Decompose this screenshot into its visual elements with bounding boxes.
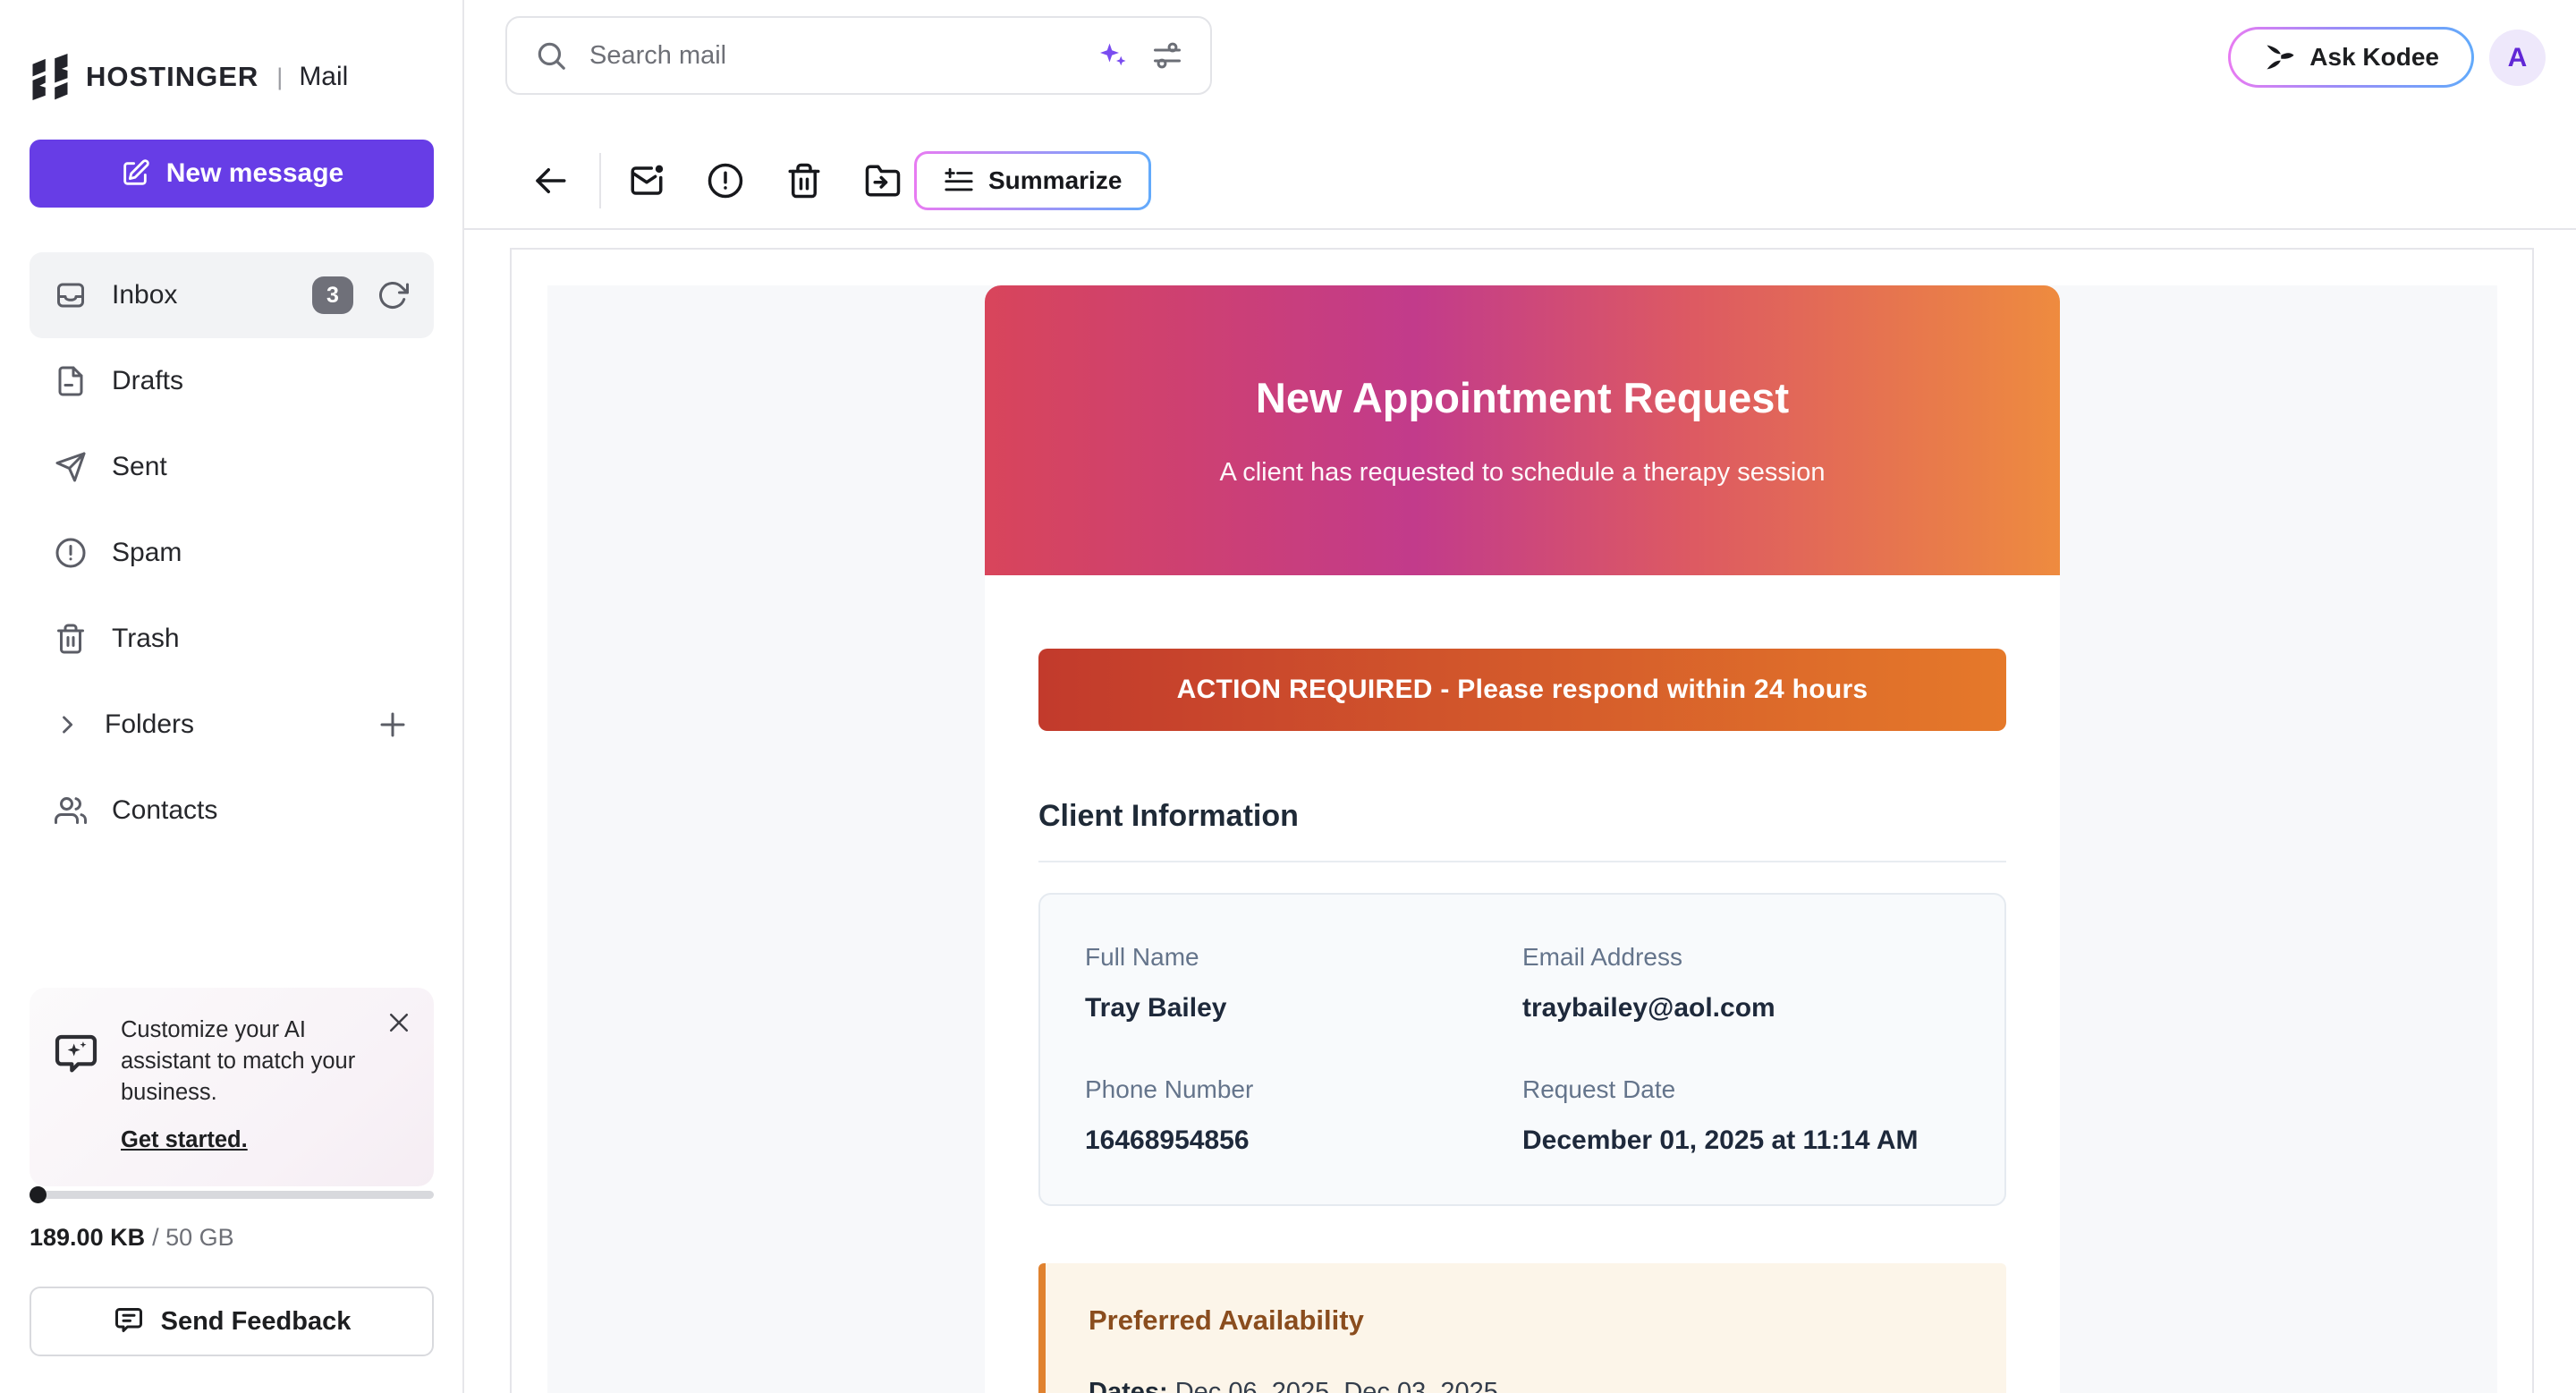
search-bar[interactable] xyxy=(505,16,1212,95)
field-label: Full Name xyxy=(1085,943,1522,972)
search-icon xyxy=(534,38,568,72)
sidebar: HOSTINGER | Mail New message Inbox 3 xyxy=(0,0,464,1393)
dates-label: Dates: xyxy=(1089,1378,1168,1393)
inbox-unread-badge: 3 xyxy=(312,276,353,314)
brand-divider: | xyxy=(276,64,283,91)
email-content: New Appointment Request A client has req… xyxy=(985,285,2060,1393)
sidebar-item-label: Inbox xyxy=(112,280,177,310)
storage-used: 189.00 KB xyxy=(30,1224,145,1251)
field-value: 16468954856 xyxy=(1085,1125,1522,1156)
email-body-canvas[interactable]: New Appointment Request A client has req… xyxy=(547,285,2497,1393)
sidebar-item-contacts[interactable]: Contacts xyxy=(30,768,434,854)
add-folder-icon[interactable] xyxy=(377,709,409,741)
trash-icon xyxy=(55,623,87,655)
email-card: ACTION REQUIRED - Please respond within … xyxy=(985,575,2060,1393)
search-input[interactable] xyxy=(589,41,1076,71)
new-message-label: New message xyxy=(166,158,343,189)
chevron-right-icon xyxy=(55,712,80,737)
ai-callout-body: Customize your AI assistant to match you… xyxy=(121,1015,362,1156)
account-avatar[interactable]: A xyxy=(2489,30,2546,86)
field-value: Tray Bailey xyxy=(1085,993,1522,1024)
avatar-letter: A xyxy=(2508,43,2528,73)
preferred-availability-box: Preferred Availability Dates: Dec 06, 20… xyxy=(1038,1263,2006,1393)
field-full-name: Full Name Tray Bailey xyxy=(1085,943,1522,1024)
delete-icon[interactable] xyxy=(785,162,823,200)
brand-name: HOSTINGER xyxy=(86,61,258,93)
field-label: Request Date xyxy=(1522,1075,1960,1104)
sidebar-item-label: Drafts xyxy=(112,366,183,396)
inbox-icon xyxy=(55,279,87,311)
sidebar-item-trash[interactable]: Trash xyxy=(30,596,434,682)
field-value: December 01, 2025 at 11:14 AM xyxy=(1522,1125,1960,1156)
document-icon xyxy=(55,365,87,397)
dates-value: Dec 06, 2025, Dec 03, 2025 xyxy=(1175,1378,1498,1393)
field-label: Phone Number xyxy=(1085,1075,1522,1104)
new-message-button[interactable]: New message xyxy=(30,140,434,208)
client-info-heading: Client Information xyxy=(1038,799,2006,834)
field-label: Email Address xyxy=(1522,943,1960,972)
sidebar-item-label: Folders xyxy=(105,709,194,740)
storage-usage: 189.00 KB / 50 GB xyxy=(30,1224,234,1252)
refresh-icon[interactable] xyxy=(377,279,409,311)
send-icon xyxy=(55,451,87,483)
mark-unread-icon[interactable] xyxy=(628,162,665,200)
summarize-label: Summarize xyxy=(988,166,1122,195)
availability-heading: Preferred Availability xyxy=(1089,1304,1963,1337)
compose-icon xyxy=(120,158,150,189)
toolbar-divider xyxy=(599,153,601,208)
sidebar-item-label: Spam xyxy=(112,538,182,568)
get-started-link[interactable]: Get started. xyxy=(121,1125,248,1156)
field-value: traybailey@aol.com xyxy=(1522,993,1960,1024)
ask-kodee-label: Ask Kodee xyxy=(2309,43,2439,72)
sidebar-item-spam[interactable]: Spam xyxy=(30,510,434,596)
summarize-icon xyxy=(944,166,974,196)
sidebar-item-sent[interactable]: Sent xyxy=(30,424,434,510)
sidebar-nav: Inbox 3 Drafts Sent xyxy=(30,252,434,854)
message-toolbar: Summarize xyxy=(531,143,1151,218)
sidebar-item-drafts[interactable]: Drafts xyxy=(30,338,434,424)
report-spam-icon[interactable] xyxy=(707,162,744,200)
sidebar-item-label: Sent xyxy=(112,452,167,482)
back-arrow-icon[interactable] xyxy=(531,162,569,200)
sidebar-item-folders[interactable]: Folders xyxy=(30,682,434,768)
ai-callout-text: Customize your AI assistant to match you… xyxy=(121,1017,355,1105)
ask-kodee-button[interactable]: Ask Kodee xyxy=(2228,27,2474,88)
email-viewer-panel: New Appointment Request A client has req… xyxy=(510,248,2534,1393)
hostinger-logo-icon xyxy=(30,54,71,100)
action-required-banner: ACTION REQUIRED - Please respond within … xyxy=(1038,649,2006,731)
field-phone-number: Phone Number 16468954856 xyxy=(1085,1075,1522,1156)
filter-sliders-icon[interactable] xyxy=(1151,39,1183,72)
send-feedback-button[interactable]: Send Feedback xyxy=(30,1287,434,1356)
chat-sparkle-icon xyxy=(51,1031,101,1081)
storage-progress-knob[interactable] xyxy=(30,1186,47,1203)
section-divider xyxy=(1038,861,2006,862)
alert-circle-icon xyxy=(55,537,87,569)
send-feedback-label: Send Feedback xyxy=(161,1307,352,1337)
ai-assistant-callout: Customize your AI assistant to match you… xyxy=(30,988,434,1186)
move-to-folder-icon[interactable] xyxy=(864,162,902,200)
main-header: Ask Kodee A xyxy=(464,0,2576,230)
sidebar-item-label: Contacts xyxy=(112,795,217,826)
email-title: New Appointment Request xyxy=(1256,373,1789,422)
contacts-icon xyxy=(55,794,87,827)
action-banner-text: ACTION REQUIRED - Please respond within … xyxy=(1177,675,1868,705)
storage-total: / 50 GB xyxy=(152,1224,234,1251)
email-hero-header: New Appointment Request A client has req… xyxy=(985,285,2060,575)
sidebar-item-inbox[interactable]: Inbox 3 xyxy=(30,252,434,338)
ai-sparkles-icon[interactable] xyxy=(1097,39,1130,72)
close-icon[interactable] xyxy=(386,1009,412,1036)
storage-progress-bar xyxy=(30,1191,434,1199)
feedback-chat-icon xyxy=(113,1305,145,1338)
kodee-icon xyxy=(2263,41,2295,73)
summarize-button[interactable]: Summarize xyxy=(914,151,1151,210)
brand-logo[interactable]: HOSTINGER | Mail xyxy=(30,50,348,104)
brand-product: Mail xyxy=(299,62,348,92)
field-email-address: Email Address traybailey@aol.com xyxy=(1522,943,1960,1024)
field-request-date: Request Date December 01, 2025 at 11:14 … xyxy=(1522,1075,1960,1156)
client-info-box: Full Name Tray Bailey Email Address tray… xyxy=(1038,893,2006,1206)
sidebar-item-label: Trash xyxy=(112,624,180,654)
availability-dates: Dates: Dec 06, 2025, Dec 03, 2025 xyxy=(1089,1378,1963,1393)
email-subtitle: A client has requested to schedule a the… xyxy=(1219,458,1825,488)
